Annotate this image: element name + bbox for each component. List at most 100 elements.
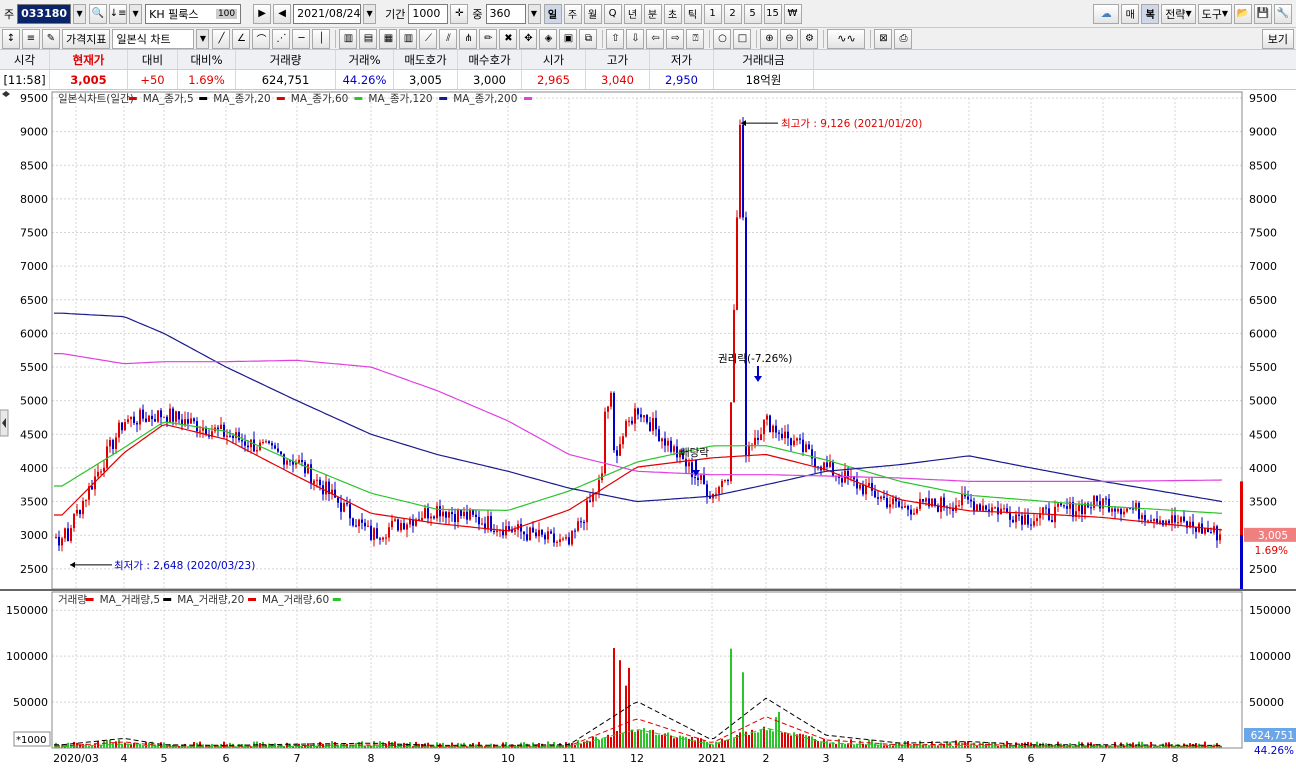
wrench-icon[interactable]: 🔧	[1274, 3, 1292, 24]
btn-duplicate[interactable]: 복	[1141, 3, 1160, 24]
indicator-button[interactable]: 가격지표	[62, 28, 111, 49]
cloud-icon[interactable]: ☁	[1093, 3, 1120, 24]
high-price-note: 최고가 : 9,126 (2021/01/20)	[781, 118, 922, 130]
volume-bar	[640, 730, 642, 748]
interval-daily[interactable]: 일	[543, 3, 562, 24]
stock-code-dropdown[interactable]: ▼	[73, 3, 87, 24]
arrow-up-icon[interactable]: ⇧	[606, 28, 625, 49]
zoom-out-icon[interactable]: ⊖	[780, 28, 799, 49]
fibo-tool-icon[interactable]: ▤	[359, 28, 378, 49]
save-icon[interactable]: 💾	[1254, 3, 1272, 24]
volume-bar	[970, 744, 972, 748]
pitchfork-tool-icon[interactable]: ⋔	[459, 28, 478, 49]
interval-weekly[interactable]: 주	[563, 3, 582, 24]
search-icon[interactable]: 🔍	[89, 3, 108, 24]
interval-5[interactable]: 5	[743, 3, 762, 24]
interval-2[interactable]: 2	[723, 3, 742, 24]
arc-tool-icon[interactable]: ⌒	[252, 28, 271, 49]
hline-tool-icon[interactable]: ─	[292, 28, 311, 49]
volume-bar	[673, 738, 675, 748]
price-tick-label-left: 9000	[20, 126, 48, 139]
price-candle	[352, 518, 354, 526]
note-tool-icon[interactable]: ▣	[559, 28, 578, 49]
wave-tool-icon[interactable]: ∿∿	[827, 28, 866, 49]
interval-yearly[interactable]: 년	[623, 3, 642, 24]
copy-tool-icon[interactable]: ⧉	[579, 28, 598, 49]
arrow-up-down-icon[interactable]: ↕	[2, 28, 20, 49]
rect-tool-icon[interactable]: □	[733, 28, 752, 49]
chart-type-select[interactable]: 일본식 차트	[112, 28, 195, 49]
price-candle	[856, 479, 858, 489]
table-tool-icon[interactable]: ▦	[379, 28, 398, 49]
arrow-right-icon[interactable]: ⇨	[666, 28, 685, 49]
line-tool-icon[interactable]: ╱	[212, 28, 231, 49]
play-forward-icon[interactable]: ▶	[253, 3, 272, 24]
date-input[interactable]: 2021/08/24	[293, 3, 362, 24]
price-candle	[973, 501, 975, 511]
sort-dropdown[interactable]: ▼	[129, 3, 143, 24]
chart-type-dropdown[interactable]: ▼	[196, 28, 210, 49]
btn-tools[interactable]: 도구 ▼	[1197, 3, 1232, 24]
chart-canvas[interactable]: 9500 95009000 90008500 85008000 80007500 7500…	[0, 90, 1296, 776]
folder-icon[interactable]: 📂	[1234, 3, 1252, 24]
grid-tool-icon[interactable]: ▥	[339, 28, 358, 49]
pen-tool-icon[interactable]: ✏	[479, 28, 498, 49]
channel-tool-icon[interactable]: ⫽	[439, 28, 458, 49]
volume-bar	[103, 739, 105, 748]
interval-monthly[interactable]: 월	[583, 3, 602, 24]
view-button[interactable]: 보기	[1261, 28, 1294, 49]
settings-tool-icon[interactable]: ⚙	[800, 28, 819, 49]
move-tool-icon[interactable]: ✥	[519, 28, 538, 49]
export-icon[interactable]: ⊠	[874, 28, 893, 49]
separator	[756, 29, 758, 48]
interval-quarter[interactable]: Q	[603, 3, 622, 24]
menu-icon[interactable]: ≡	[22, 28, 40, 49]
price-tick-label-left: 6500	[20, 294, 48, 307]
price-candle	[1144, 515, 1146, 521]
price-candle	[706, 484, 708, 497]
interval-tick[interactable]: 틱	[683, 3, 702, 24]
quote-value-trade-value: 18억원	[714, 70, 814, 89]
circle-tool-icon[interactable]: ○	[713, 28, 732, 49]
volume-bar	[538, 743, 540, 748]
angle-tool-icon[interactable]: ∠	[232, 28, 251, 49]
vline-tool-icon[interactable]: │	[312, 28, 331, 49]
zoom-input[interactable]: 360	[485, 3, 526, 24]
zoom-in-icon[interactable]: ⊕	[760, 28, 779, 49]
paint-tool-icon[interactable]: ◈	[539, 28, 558, 49]
btn-buy[interactable]: 매	[1121, 3, 1140, 24]
price-candle	[1123, 511, 1125, 515]
trend-tool-icon[interactable]: ⟋	[419, 28, 438, 49]
fan-tool-icon[interactable]: ⋰	[272, 28, 291, 49]
interval-15[interactable]: 15	[763, 3, 782, 24]
period-input[interactable]: 1000	[408, 3, 449, 24]
crosshair-icon[interactable]: ✛	[450, 3, 469, 24]
price-candle	[886, 497, 888, 508]
currency-icon[interactable]: ₩	[783, 3, 802, 24]
btn-strategy[interactable]: 전략 ▼	[1161, 3, 1196, 24]
arrow-left-icon[interactable]: ⇦	[646, 28, 665, 49]
interval-second[interactable]: 초	[663, 3, 682, 24]
zoom-dropdown[interactable]: ▼	[527, 3, 541, 24]
price-candle	[769, 415, 771, 433]
erase-tool-icon[interactable]: ✖	[499, 28, 518, 49]
volume-bar	[775, 716, 777, 748]
bars-tool-icon[interactable]: ▥	[399, 28, 418, 49]
print-icon[interactable]: ⎙	[894, 28, 913, 49]
stock-name-field[interactable]: KH 필룩스 100	[145, 3, 242, 24]
price-candle	[1132, 508, 1134, 510]
volume-bar	[871, 740, 873, 748]
stock-code-input[interactable]: 033180	[17, 3, 72, 24]
date-dropdown[interactable]: ▼	[363, 3, 377, 24]
interval-minute[interactable]: 분	[643, 3, 662, 24]
interval-1[interactable]: 1	[703, 3, 722, 24]
edit-icon[interactable]: ✎	[42, 28, 60, 49]
price-candle	[919, 499, 921, 509]
sort-icon[interactable]: ↓≡	[109, 3, 128, 24]
quote-header-current-price: 현재가	[50, 50, 128, 69]
volume-bar	[721, 738, 723, 748]
play-back-icon[interactable]: ◀	[273, 3, 292, 24]
stock-chart[interactable]: 9500 9500 9000 9000 8500 8500 8000 8000 7500 7500…	[0, 90, 1296, 776]
arrow-down-icon[interactable]: ⇩	[626, 28, 645, 49]
mark-tool-icon[interactable]: ⍰	[686, 28, 705, 49]
